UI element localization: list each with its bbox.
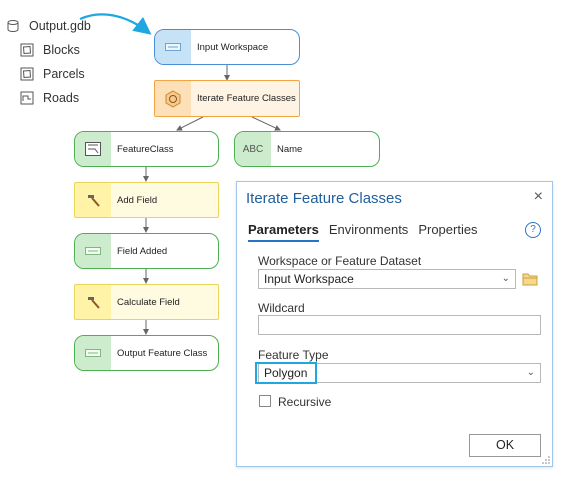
node-input-workspace[interactable]: Input Workspace (154, 29, 300, 65)
tab-environments[interactable]: Environments (329, 222, 408, 242)
node-label: Calculate Field (117, 296, 180, 308)
node-label: Field Added (117, 245, 168, 257)
variable-icon (75, 234, 111, 268)
close-icon[interactable]: × (534, 188, 543, 206)
dialog-tabs: Parameters Environments Properties (248, 222, 488, 242)
node-name[interactable]: ABC Name (234, 131, 380, 167)
node-label: Add Field (117, 194, 158, 206)
feature-type-highlight (255, 362, 317, 384)
tab-parameters[interactable]: Parameters (248, 222, 319, 242)
workspace-value: Input Workspace (264, 272, 354, 286)
tool-dialog: Iterate Feature Classes × Parameters Env… (236, 181, 553, 467)
tab-properties[interactable]: Properties (418, 222, 477, 242)
hammer-icon (75, 183, 111, 217)
recursive-label: Recursive (278, 395, 332, 409)
node-label: FeatureClass (117, 143, 174, 155)
workspace-dropdown[interactable]: Input Workspace ⌄ (258, 269, 516, 289)
dialog-title: Iterate Feature Classes (246, 190, 402, 207)
chevron-down-icon: ⌄ (526, 367, 535, 378)
node-field-added[interactable]: Field Added (74, 233, 219, 269)
variable-icon (75, 336, 111, 370)
ok-button[interactable]: OK (469, 434, 541, 457)
drag-arrow (79, 13, 152, 35)
help-icon[interactable]: ? (525, 222, 541, 238)
hammer-icon (75, 285, 111, 319)
workspace-label: Workspace or Feature Dataset (258, 254, 422, 268)
wildcard-input[interactable] (258, 315, 541, 335)
chevron-down-icon: ⌄ (501, 273, 510, 284)
node-iterate-feature-classes[interactable]: Iterate Feature Classes (154, 80, 300, 117)
node-calculate-field[interactable]: Calculate Field (74, 284, 219, 320)
feature-class-icon (75, 132, 111, 166)
node-label: Iterate Feature Classes (197, 93, 296, 104)
resize-grip-icon[interactable] (542, 456, 550, 464)
iterator-icon (155, 81, 191, 116)
node-label: Input Workspace (197, 41, 269, 53)
node-add-field[interactable]: Add Field (74, 182, 219, 218)
recursive-checkbox[interactable] (259, 395, 271, 407)
node-output-feature-class[interactable]: Output Feature Class (74, 335, 219, 371)
variable-icon (155, 30, 191, 64)
wildcard-label: Wildcard (258, 301, 305, 315)
node-label: Name (277, 143, 303, 155)
feature-type-label: Feature Type (258, 348, 329, 362)
node-featureclass[interactable]: FeatureClass (74, 131, 219, 167)
folder-icon[interactable] (522, 272, 538, 286)
node-label: Output Feature Class (117, 347, 208, 359)
string-variable-icon: ABC (235, 132, 271, 166)
